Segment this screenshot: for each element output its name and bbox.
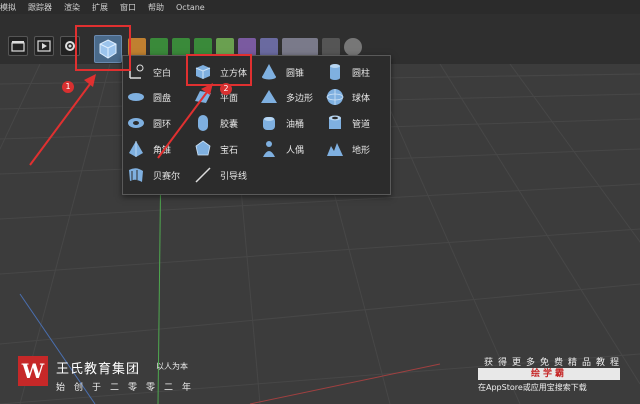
annotation-arrows <box>29 74 213 166</box>
brand-subtitle: 始创于二零零二年 <box>56 383 201 393</box>
arrow-2 <box>157 87 211 159</box>
brand-logo: W <box>18 356 48 386</box>
brand-slogan: 以人为本 <box>156 362 188 371</box>
brand-name: 王氏教育集团 <box>56 362 141 377</box>
promo-line-3: 在AppStore或应用宝搜索下载 <box>478 383 587 392</box>
promo-line-1: 获得更多免费精品教程 <box>484 358 625 368</box>
arrow-1 <box>29 79 94 166</box>
promo-highlight: 绘学霸 <box>478 368 620 380</box>
